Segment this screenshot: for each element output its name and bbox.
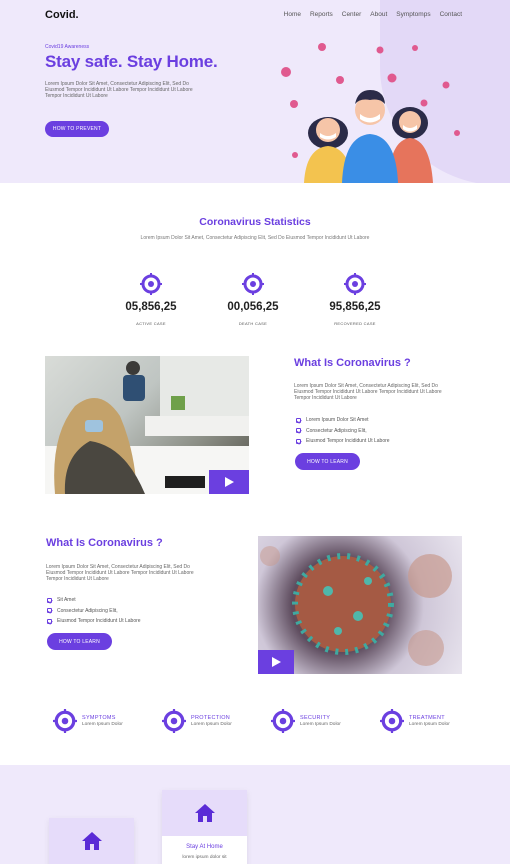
home-card[interactable] [49, 818, 134, 864]
hero-illustration [281, 43, 460, 183]
play-button[interactable] [258, 650, 294, 674]
check-item: Sit Amet [47, 595, 141, 606]
check-item-label: Consectetur Adipiscing Elit, [306, 427, 367, 434]
stat-active: 05,856,25 ACTIVE CASE [111, 273, 191, 326]
check-item: Eiusmod Tempor Incididunt Ut Labore [47, 616, 141, 627]
feature-symptoms[interactable]: SYMPTOMS Lorem Ipsum Dolor [53, 709, 123, 733]
check-item: Consectetur Adipiscing Elit, [296, 426, 390, 437]
check-item: Eiusmod Tempor Incididunt Ut Labore [296, 436, 390, 447]
hero-description: Lorem Ipsum Dolor Sit Amet, Consectetur … [45, 81, 193, 99]
check-item-label: Lorem Ipsum Dolor Sit Amet [306, 417, 369, 424]
check-icon [296, 417, 301, 423]
stat-value: 00,056,25 [227, 301, 279, 313]
feature-subtitle: Lorem Ipsum Dolor [409, 722, 450, 727]
check-icon [47, 608, 52, 614]
virus-icon [140, 273, 162, 295]
section-b-checklist: Sit Amet Consectetur Adipiscing Elit, Ei… [47, 595, 141, 627]
virus-photo [258, 536, 462, 674]
card-header [49, 818, 134, 864]
card-header [162, 790, 247, 836]
check-item-label: Eiusmod Tempor Incididunt Ut Labore [306, 438, 390, 445]
hero-eyebrow: Covid19 Awareness [45, 44, 90, 50]
virus-icon [162, 709, 186, 733]
hero-section: Covid. Home Reports Center About Symptom… [0, 0, 510, 183]
feature-title: SYMPTOMS [82, 715, 116, 721]
nav-reports[interactable]: Reports [310, 11, 333, 18]
section-a-description: Lorem Ipsum Dolor Sit Amet, Consectetur … [294, 383, 442, 401]
how-to-learn-button[interactable]: HOW TO LEARN [47, 633, 112, 650]
virus-icon [344, 273, 366, 295]
play-icon [271, 657, 281, 667]
office-photo [45, 356, 249, 494]
check-item-label: Eiusmod Tempor Incididunt Ut Labore [57, 618, 141, 625]
play-icon [224, 477, 234, 487]
virus-icon [271, 709, 295, 733]
hero-title: Stay safe. Stay Home. [45, 52, 218, 71]
feature-security[interactable]: SECURITY Lorem Ipsum Dolor [271, 709, 341, 733]
check-item: Lorem Ipsum Dolor Sit Amet [296, 415, 390, 426]
nav-about[interactable]: About [370, 11, 387, 18]
play-button[interactable] [209, 470, 249, 494]
how-to-prevent-button[interactable]: HOW TO PREVENT [45, 121, 109, 137]
stay-at-home-card[interactable]: Stay At Home lorem ipsum dolor sit [162, 790, 247, 864]
logo[interactable]: Covid. [45, 9, 79, 21]
card-subtitle: lorem ipsum dolor sit [182, 855, 227, 860]
stat-death: 00,056,25 DEATH CASE [213, 273, 293, 326]
stat-label: ACTIVE CASE [136, 321, 166, 326]
home-icon [81, 832, 102, 850]
stats-title: Coronavirus Statistics [199, 216, 311, 228]
nav-contact[interactable]: Contact [440, 11, 462, 18]
check-icon [47, 618, 52, 624]
check-icon [47, 597, 52, 603]
check-icon [296, 438, 301, 444]
feature-title: PROTECTION [191, 715, 231, 721]
feature-title: TREATMENT [409, 715, 445, 721]
check-item-label: Sit Amet [57, 597, 76, 604]
nav-center[interactable]: Center [342, 11, 362, 18]
stat-value: 05,856,25 [125, 301, 177, 313]
check-icon [296, 428, 301, 434]
stat-recovered: 95,856,25 RECOVERED CASE [315, 273, 395, 326]
virus-icon [380, 709, 404, 733]
home-icon [194, 804, 215, 822]
top-nav: Home Reports Center About Symptomps Cont… [284, 11, 462, 18]
how-to-learn-button[interactable]: HOW TO LEARN [295, 453, 360, 470]
virus-icon [53, 709, 77, 733]
feature-subtitle: Lorem Ipsum Dolor [191, 722, 232, 727]
feature-protection[interactable]: PROTECTION Lorem Ipsum Dolor [162, 709, 232, 733]
stat-value: 95,856,25 [329, 301, 381, 313]
card-title: Stay At Home [186, 844, 223, 850]
nav-symptomps[interactable]: Symptomps [396, 11, 430, 18]
feature-subtitle: Lorem Ipsum Dolor [300, 722, 341, 727]
section-a-title: What Is Coronavirus ? [294, 357, 411, 369]
feature-treatment[interactable]: TREATMENT Lorem Ipsum Dolor [380, 709, 450, 733]
section-a-checklist: Lorem Ipsum Dolor Sit Amet Consectetur A… [296, 415, 390, 447]
section-b-description: Lorem Ipsum Dolor Sit Amet, Consectetur … [46, 564, 194, 582]
section-b-title: What Is Coronavirus ? [46, 537, 163, 549]
stat-label: DEATH CASE [238, 321, 268, 326]
feature-title: SECURITY [300, 715, 331, 721]
stats-subtitle: Lorem Ipsum Dolor Sit Amet, Consectetur … [140, 235, 370, 241]
feature-subtitle: Lorem Ipsum Dolor [82, 722, 123, 727]
stat-label: RECOVERED CASE [334, 321, 376, 326]
nav-home[interactable]: Home [284, 11, 301, 18]
check-item-label: Consectetur Adipiscing Elit, [57, 607, 118, 614]
check-item: Consectetur Adipiscing Elit, [47, 606, 141, 617]
virus-icon [242, 273, 264, 295]
